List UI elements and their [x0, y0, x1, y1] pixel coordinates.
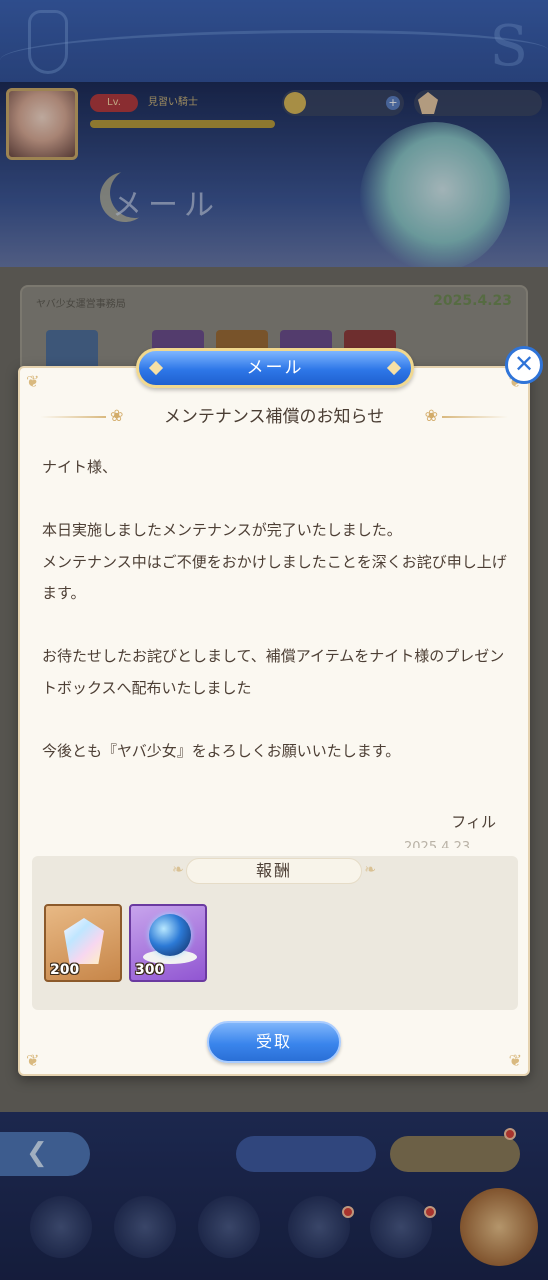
subject-row: ❀ メンテナンス補償のお知らせ ❀ [40, 404, 508, 430]
diamond-ornament-icon [386, 360, 402, 376]
corner-ornament-icon: ❦ [508, 1051, 522, 1070]
close-icon: ✕ [513, 350, 535, 378]
corner-ornament-icon: ❦ [26, 1051, 40, 1070]
divider [442, 416, 508, 418]
mail-date-partial: 2025.4.23 [404, 840, 471, 848]
crystal-orb-icon [149, 914, 191, 956]
reward-item[interactable]: 200 [44, 904, 122, 982]
dialog-title: メール [246, 358, 304, 378]
reward-quantity: 200 [50, 962, 80, 978]
dialog-title-tab: メール [136, 348, 414, 388]
reward-header: ❧ 報酬 ❧ [172, 858, 376, 884]
flourish-icon: ❧ [364, 862, 376, 878]
reward-item[interactable]: 300 [129, 904, 207, 982]
diamond-ornament-icon [148, 360, 164, 376]
mail-signature: フィル [451, 813, 496, 831]
reward-title: 報酬 [255, 861, 292, 880]
close-button[interactable]: ✕ [505, 346, 543, 384]
corner-ornament-icon: ❦ [26, 372, 40, 391]
crystal-gem-icon [64, 918, 104, 964]
claim-button[interactable]: 受取 [207, 1021, 341, 1063]
flourish-icon: ❀ [424, 406, 438, 425]
reward-quantity: 300 [135, 962, 165, 978]
mail-body: ナイト様、 本日実施しましたメンテナンスが完了いたしました。 メンテナンス中はご… [42, 458, 507, 760]
